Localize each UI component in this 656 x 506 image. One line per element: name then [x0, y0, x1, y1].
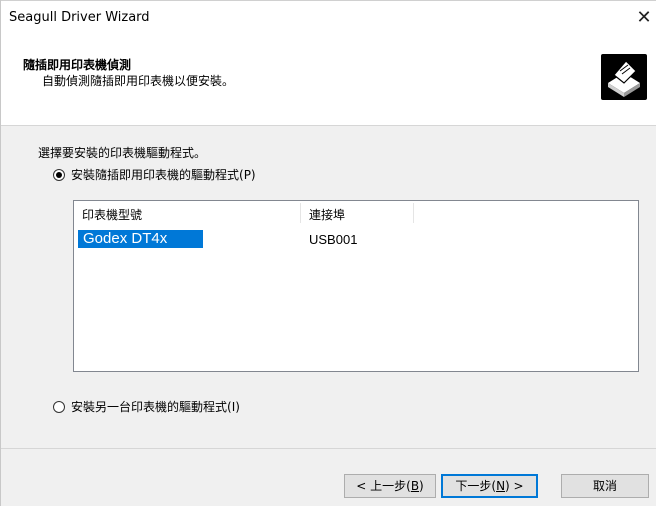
list-header: 印表機型號 連接埠: [74, 201, 638, 225]
next-button-suffix: ) >: [505, 479, 524, 493]
printer-model-cell[interactable]: Godex DT4x: [78, 230, 203, 248]
next-button[interactable]: 下一步(N) >: [441, 474, 538, 498]
column-port[interactable]: 連接埠: [309, 206, 345, 223]
back-button-accel: B: [410, 479, 420, 493]
next-button-accel: N: [496, 479, 506, 493]
cancel-button[interactable]: 取消: [561, 474, 649, 498]
radio-button-checked[interactable]: [53, 168, 65, 181]
next-button-label: 下一步(: [455, 479, 497, 493]
radio-install-pnp-accel: (P): [239, 167, 256, 182]
radio-button-unchecked[interactable]: [53, 400, 65, 413]
radio-install-other[interactable]: 安裝另一台印表機的驅動程式 (I): [53, 398, 240, 415]
radio-install-other-label: 安裝另一台印表機的驅動程式: [71, 400, 228, 414]
column-divider[interactable]: [300, 203, 301, 223]
printer-icon: [601, 54, 647, 100]
radio-install-other-accel: (I): [227, 399, 240, 414]
radio-install-pnp[interactable]: 安裝隨插即用印表機的驅動程式 (P): [53, 166, 256, 183]
printer-list[interactable]: 印表機型號 連接埠 Godex DT4x USB001: [73, 200, 639, 372]
wizard-header: 隨插即用印表機偵測 自動偵測隨插即用印表機以便安裝。: [1, 35, 656, 126]
select-driver-prompt: 選擇要安裝的印表機驅動程式。: [38, 146, 207, 160]
radio-install-pnp-label: 安裝隨插即用印表機的驅動程式: [71, 168, 240, 182]
close-icon[interactable]: ✕: [631, 5, 656, 31]
column-printer-model[interactable]: 印表機型號: [82, 206, 142, 223]
header-title: 隨插即用印表機偵測: [23, 58, 132, 72]
list-item[interactable]: Godex DT4x USB001: [74, 230, 638, 250]
back-button-suffix: ): [419, 479, 424, 493]
title-bar[interactable]: Seagull Driver Wizard ✕: [1, 1, 656, 35]
cancel-button-label: 取消: [592, 479, 617, 493]
port-cell[interactable]: USB001: [309, 232, 357, 247]
back-button-label: < 上一步(: [356, 479, 411, 493]
column-divider[interactable]: [413, 203, 414, 223]
footer-divider: [1, 448, 656, 449]
wizard-window: Seagull Driver Wizard ✕ 隨插即用印表機偵測 自動偵測隨插…: [0, 0, 656, 506]
back-button[interactable]: < 上一步(B): [344, 474, 436, 498]
header-subtitle: 自動偵測隨插即用印表機以便安裝。: [42, 74, 235, 88]
window-title: Seagull Driver Wizard: [9, 10, 150, 25]
